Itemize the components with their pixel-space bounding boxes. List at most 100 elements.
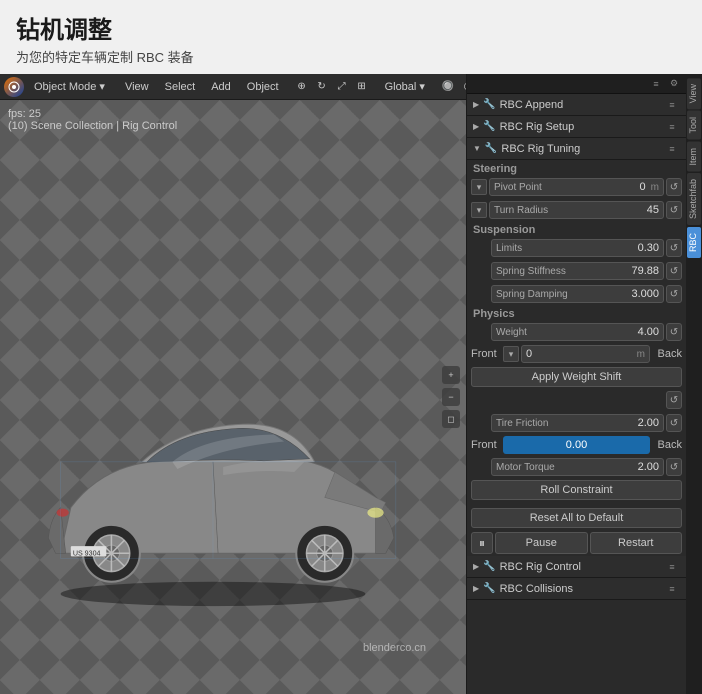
spring-stiffness-row: Spring Stiffness 79.88 ↺ — [467, 260, 686, 282]
main-area: Object Mode ▾ View Select Add Object ⊕ ↻… — [0, 74, 702, 694]
rig-tuning-header[interactable]: ▼ 🔧 RBC Rig Tuning ≡ — [467, 138, 686, 160]
panel-icon-1[interactable]: ≡ — [648, 76, 664, 92]
control-icon: 🔧 — [483, 561, 495, 572]
fps-display: fps: 25 — [8, 108, 177, 120]
weight-reset[interactable]: ↺ — [666, 323, 682, 341]
append-options[interactable]: ≡ — [664, 97, 680, 113]
zoom-out-icon[interactable]: − — [442, 388, 460, 406]
pause-icon-btn[interactable]: ⏸ — [471, 532, 493, 554]
apply-weight-shift-btn[interactable]: Apply Weight Shift — [471, 367, 682, 387]
steering-label: Steering — [467, 160, 686, 176]
setup-icon: 🔧 — [483, 121, 495, 132]
control-options[interactable]: ≡ — [664, 559, 680, 575]
weight-shift-reset[interactable]: ↺ — [666, 391, 682, 409]
rig-setup-header[interactable]: ▶ 🔧 RBC Rig Setup ≡ — [467, 116, 686, 138]
motor-torque-reset[interactable]: ↺ — [666, 458, 682, 476]
setup-label: RBC Rig Setup — [500, 121, 575, 133]
viewport-nav-icons: + − ◻ — [442, 366, 460, 428]
setup-options[interactable]: ≡ — [664, 119, 680, 135]
weight-field[interactable]: Weight 4.00 — [491, 323, 664, 341]
viewport-scene: fps: 25 (10) Scene Collection | Rig Cont… — [0, 100, 466, 694]
car-svg: US 9304 — [20, 406, 406, 609]
append-label: RBC Append — [500, 99, 564, 111]
stiffness-reset[interactable]: ↺ — [666, 262, 682, 280]
panel-icon-2[interactable]: ⚙ — [666, 76, 682, 92]
panel-content: ▶ 🔧 RBC Append ≡ ▶ 🔧 RBC Rig Setup ≡ ▼ — [467, 94, 686, 694]
blender-logo[interactable] — [4, 77, 24, 97]
svg-text:US 9304: US 9304 — [73, 549, 101, 557]
front-back-row: Front ▾ 0 m Back — [467, 343, 686, 365]
turn-toggle[interactable]: ▾ — [471, 202, 487, 218]
watermark: blenderco.cn — [363, 642, 426, 654]
transform-space[interactable]: Global ▾ — [379, 78, 431, 95]
motor-torque-field[interactable]: Motor Torque 2.00 — [491, 458, 664, 476]
collisions-options[interactable]: ≡ — [664, 581, 680, 597]
viewport: Object Mode ▾ View Select Add Object ⊕ ↻… — [0, 74, 466, 694]
motor-torque-row: Motor Torque 2.00 ↺ — [467, 456, 686, 478]
perspective-icon[interactable]: ◻ — [442, 410, 460, 428]
proportional-icon[interactable]: ◎ — [459, 78, 466, 96]
tire-front-slider[interactable]: 0.00 — [503, 436, 650, 454]
tire-front-label: Front — [471, 439, 501, 451]
tuning-arrow: ▼ — [473, 144, 481, 153]
rotate-icon[interactable]: ↻ — [313, 78, 331, 96]
add-menu[interactable]: Add — [205, 79, 237, 95]
reset-all-btn[interactable]: Reset All to Default — [471, 508, 682, 528]
pivot-reset[interactable]: ↺ — [666, 178, 682, 196]
right-panel: ≡ ⚙ ▶ 🔧 RBC Append ≡ ▶ 🔧 RBC Rig Setup — [466, 74, 686, 694]
tire-friction-row: Tire Friction 2.00 ↺ — [467, 412, 686, 434]
tuning-icon: 🔧 — [485, 143, 497, 154]
scale-icon[interactable]: ⤢ — [333, 78, 351, 96]
scene-info: (10) Scene Collection | Rig Control — [8, 120, 177, 132]
limits-field[interactable]: Limits 0.30 — [491, 239, 664, 257]
transform-icon[interactable]: ⊞ — [353, 78, 371, 96]
setup-arrow: ▶ — [473, 122, 479, 131]
snap-icon[interactable]: 🔘 — [439, 78, 457, 96]
front-label: Front — [471, 348, 501, 360]
page-title: 钻机调整 — [16, 10, 686, 45]
tire-back-label: Back — [652, 439, 682, 451]
rig-collisions-header[interactable]: ▶ 🔧 RBC Collisions ≡ — [467, 578, 686, 600]
front-value-field[interactable]: 0 m — [521, 345, 650, 363]
view-menu[interactable]: View — [119, 79, 155, 95]
control-arrow: ▶ — [473, 562, 479, 571]
tire-friction-field[interactable]: Tire Friction 2.00 — [491, 414, 664, 432]
zoom-in-icon[interactable]: + — [442, 366, 460, 384]
pivot-toggle[interactable]: ▾ — [471, 179, 487, 195]
spring-stiffness-field[interactable]: Spring Stiffness 79.88 — [491, 262, 664, 280]
mode-selector[interactable]: Object Mode ▾ — [28, 78, 111, 95]
car-model: US 9304 — [20, 406, 406, 614]
pause-btn[interactable]: Pause — [495, 532, 588, 554]
damping-reset[interactable]: ↺ — [666, 285, 682, 303]
viewport-toolbar: Object Mode ▾ View Select Add Object ⊕ ↻… — [0, 74, 466, 100]
tab-view[interactable]: View — [687, 78, 701, 109]
tab-item[interactable]: Item — [687, 142, 701, 172]
spring-damping-field[interactable]: Spring Damping 3.000 — [491, 285, 664, 303]
limits-reset[interactable]: ↺ — [666, 239, 682, 257]
front-toggle[interactable]: ▾ — [503, 346, 519, 362]
turn-radius-field[interactable]: Turn Radius 45 — [489, 201, 664, 219]
tab-tool[interactable]: Tool — [687, 111, 701, 140]
tire-friction-reset[interactable]: ↺ — [666, 414, 682, 432]
tire-front-back-row: Front 0.00 Back — [467, 434, 686, 456]
tuning-options[interactable]: ≡ — [664, 141, 680, 157]
collisions-label: RBC Collisions — [500, 583, 573, 595]
move-icon[interactable]: ⊕ — [293, 78, 311, 96]
pivot-point-field[interactable]: Pivot Point 0 m — [489, 178, 664, 196]
select-menu[interactable]: Select — [159, 79, 202, 95]
spring-damping-row: Spring Damping 3.000 ↺ — [467, 283, 686, 305]
object-menu[interactable]: Object — [241, 79, 285, 95]
tab-sketchfab[interactable]: Sketchfab — [687, 173, 701, 225]
roll-constraint-btn[interactable]: Roll Constraint — [471, 480, 682, 500]
restart-btn[interactable]: Restart — [590, 532, 683, 554]
append-icon: 🔧 — [483, 99, 495, 110]
back-label: Back — [652, 348, 682, 360]
weight-row: Weight 4.00 ↺ — [467, 321, 686, 343]
turn-reset[interactable]: ↺ — [666, 201, 682, 219]
rig-control-header[interactable]: ▶ 🔧 RBC Rig Control ≡ — [467, 556, 686, 578]
rbc-append-header[interactable]: ▶ 🔧 RBC Append ≡ — [467, 94, 686, 116]
header: 钻机调整 为您的特定车辆定制 RBC 装备 — [0, 0, 702, 74]
physics-label: Physics — [467, 305, 686, 321]
tab-rbc[interactable]: RBC — [687, 227, 701, 258]
append-arrow: ▶ — [473, 100, 479, 109]
